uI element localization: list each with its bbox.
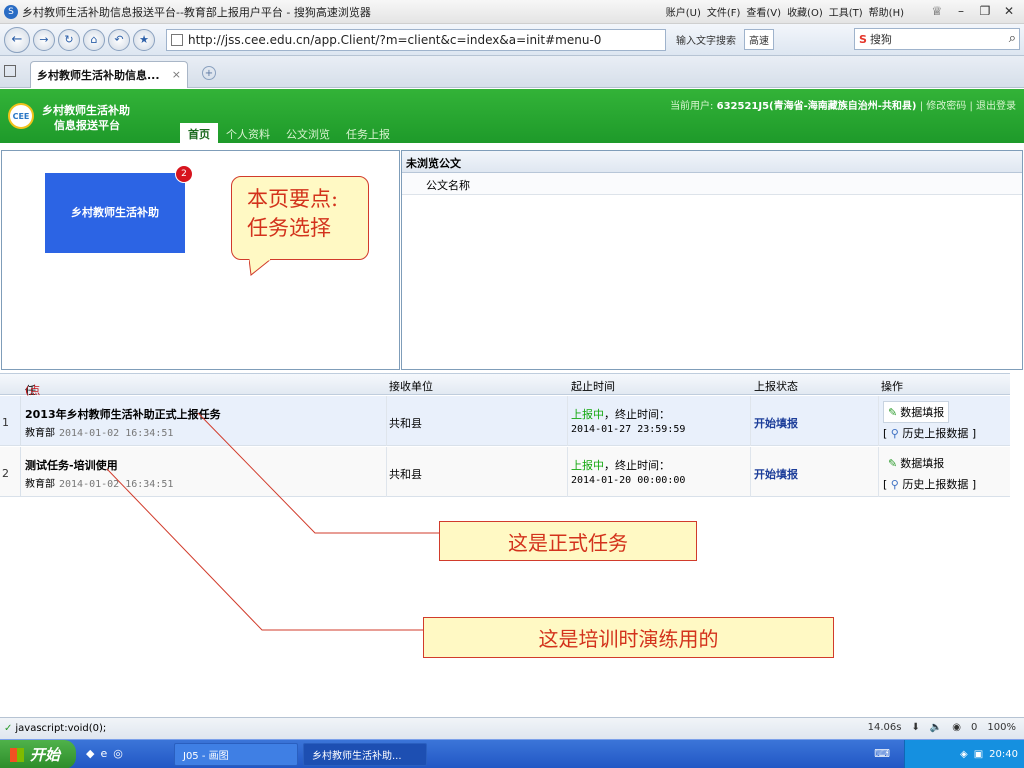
load-time: 14.06s: [867, 722, 902, 733]
status-ok-icon: ✓: [4, 723, 13, 734]
system-tray: ◈ ▣ 20:40: [904, 740, 1024, 768]
ie-icon[interactable]: e: [100, 747, 107, 760]
windows-taskbar: 开始 ◆ e ◎ J05 - 画图 乡村教师生活补助... ⌨ ◈ ▣ 20:4…: [0, 739, 1024, 768]
eye-icon[interactable]: ◉: [952, 722, 961, 733]
taskbar-item-paint[interactable]: J05 - 画图: [174, 743, 298, 766]
quick-launch-icon[interactable]: ◆: [86, 747, 94, 760]
taskbar-item-browser[interactable]: 乡村教师生活补助...: [303, 743, 427, 766]
keyboard-icon[interactable]: ⌨: [874, 747, 890, 760]
tray-shield-icon[interactable]: ◈: [960, 749, 968, 760]
formal-task-annotation: 这是正式任务: [439, 521, 697, 561]
tray-network-icon[interactable]: ▣: [974, 749, 983, 760]
shield-count: 0: [971, 722, 978, 733]
clock: 20:40: [989, 749, 1018, 760]
training-task-annotation: 这是培训时演练用的: [423, 617, 834, 658]
windows-logo-icon: [10, 747, 24, 762]
download-icon[interactable]: ⬇: [911, 722, 919, 733]
zoom-level[interactable]: 100%: [987, 722, 1016, 733]
sound-icon[interactable]: 🔈: [930, 722, 942, 733]
browser-quick-icon[interactable]: ◎: [113, 747, 123, 760]
status-text: javascript:void(0);: [15, 723, 107, 734]
start-button[interactable]: 开始: [0, 740, 76, 768]
quick-launch: ◆ e ◎: [86, 747, 123, 760]
browser-status-bar: ✓ javascript:void(0); 14.06s ⬇ 🔈 ◉ 0 100…: [0, 717, 1024, 739]
